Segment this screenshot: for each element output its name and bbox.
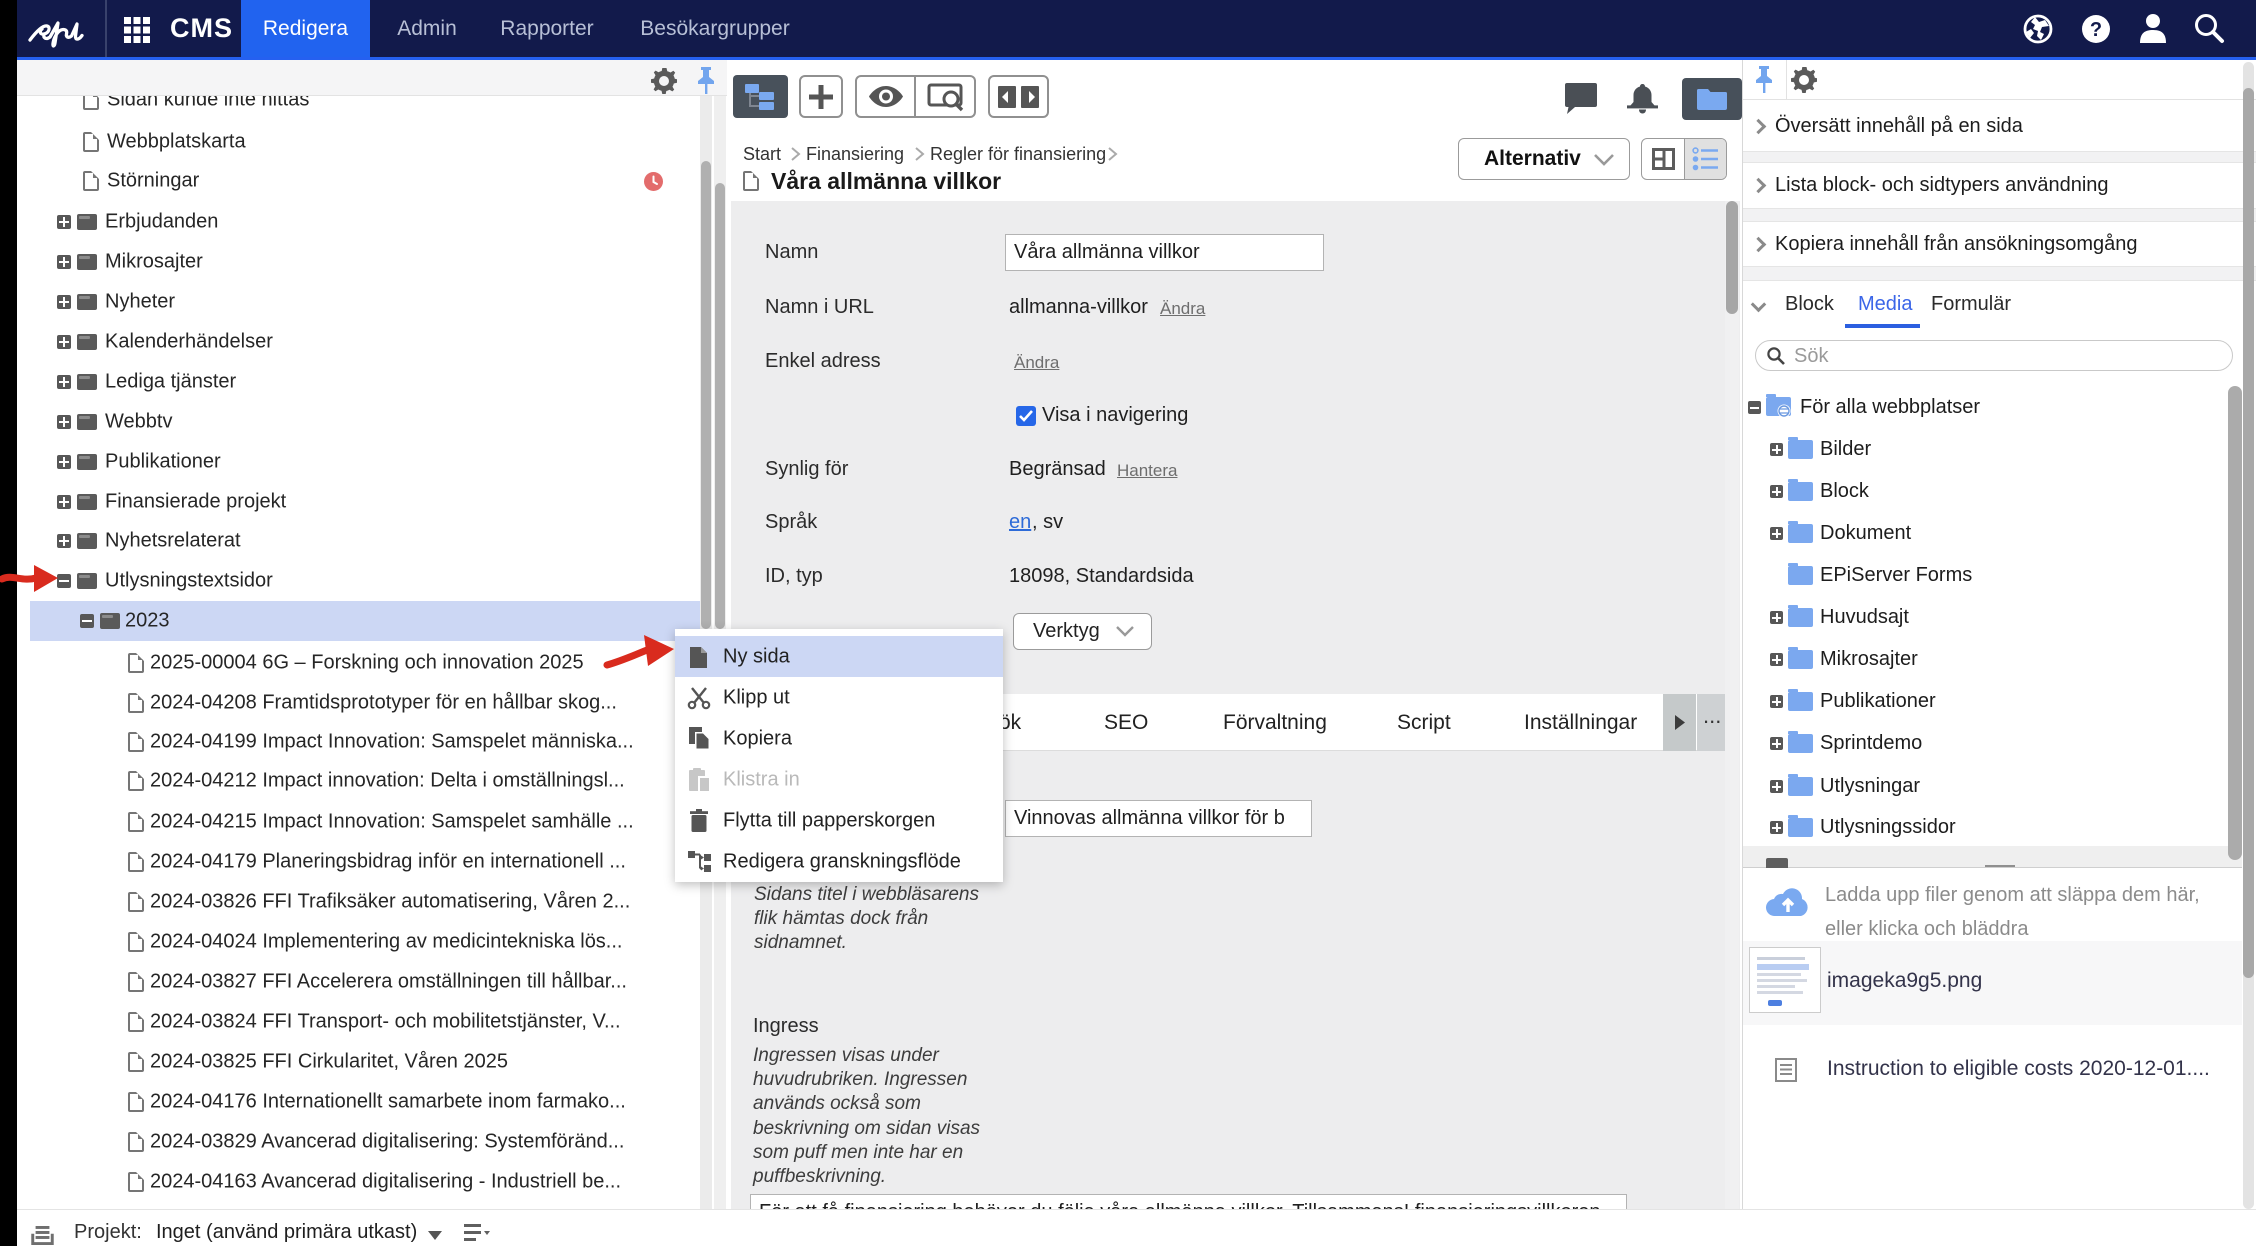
svg-text:?: ? [2090,19,2102,41]
